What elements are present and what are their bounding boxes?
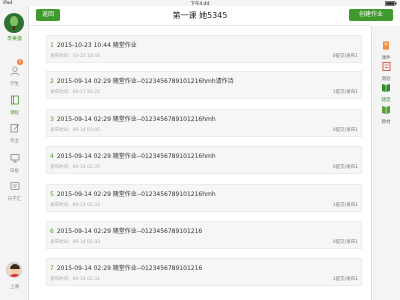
list-item[interactable]: 1 2015-10-23 10:44 随堂作业 发布时间：10-23 10:44 … — [46, 35, 362, 63]
nav-item-courses[interactable]: 课程 — [0, 90, 29, 116]
logout-label[interactable]: 上课 — [0, 284, 29, 290]
person-icon — [0, 61, 29, 80]
quiz-icon — [382, 56, 391, 75]
list-item[interactable]: 7 2015-09-14 02:29 随堂作业--0123456789101216… — [46, 258, 362, 286]
list-item[interactable]: 2 2015-09-14 02:29 随堂作业--0123456789101216… — [46, 71, 362, 99]
page-title: 第一课 她5345 — [172, 11, 228, 20]
left-sidebar: 李美莲 6 学生 课程 作业 白板 乐学汇 上课 — [0, 6, 29, 300]
nav-label: 乐学汇 — [7, 197, 22, 202]
assignment-list: 1 2015-10-23 10:44 随堂作业 发布时间：10-23 10:44 … — [29, 27, 371, 300]
item-number: 4 — [50, 153, 54, 160]
item-title: 2015-09-14 02:29 随堂作业--0123456789101216h… — [56, 153, 216, 160]
item-number: 2 — [50, 78, 54, 85]
item-submission-stat: 0提交/发布1 — [332, 240, 358, 245]
user-avatar[interactable] — [4, 13, 24, 33]
right-sidebar: 课件 测验 随堂 教材 — [371, 26, 400, 300]
nav-item-homework[interactable]: 作业 — [0, 118, 29, 144]
nav-item-whiteboard[interactable]: 白板 — [0, 148, 29, 174]
item-number: 7 — [50, 265, 54, 272]
battery-icon — [385, 0, 397, 8]
nav-item-community[interactable]: 乐学汇 — [0, 176, 29, 202]
create-assignment-button[interactable]: 创建作业 — [349, 9, 393, 21]
monitor-icon — [0, 148, 29, 167]
item-number: 3 — [50, 116, 54, 123]
edit-icon — [0, 118, 29, 137]
item-title: 2015-10-23 10:44 随堂作业 — [56, 42, 137, 49]
item-number: 5 — [50, 191, 54, 198]
nav-item-students[interactable]: 6 学生 — [0, 59, 29, 87]
teacher-avatar[interactable] — [6, 262, 22, 278]
tab-label: 教材 — [381, 120, 391, 125]
list-item[interactable]: 5 2015-09-14 02:29 随堂作业--0123456789101216… — [46, 184, 362, 212]
item-title: 2015-09-14 02:29 随堂作业--0123456789101216 — [56, 228, 203, 235]
item-number: 1 — [50, 42, 54, 49]
list-item[interactable]: 4 2015-09-14 02:29 随堂作业--0123456789101216… — [46, 146, 362, 174]
courseware-icon — [382, 35, 391, 54]
item-submission-stat: 1提交/发布1 — [332, 277, 358, 282]
item-submission-stat: 0提交/发布1 — [332, 128, 358, 133]
user-name: 李美莲 — [6, 36, 22, 42]
item-publish-time: 发布时间：09-14 02:33 — [50, 203, 100, 208]
item-title: 2015-09-14 02:29 随堂作业--0123456789101216 — [56, 265, 203, 272]
item-publish-time: 发布时间：10-23 10:44 — [50, 54, 100, 59]
item-title: 2015-09-14 02:29 随堂作业--0123456789101216h… — [56, 116, 216, 123]
item-publish-time: 发布时间：09-14 02:33 — [50, 240, 100, 245]
item-publish-time: 发布时间：09-14 03:05 — [50, 128, 100, 133]
item-submission-stat: 1提交/发布1 — [332, 90, 358, 95]
item-publish-time: 发布时间：09-14 02:31 — [50, 277, 100, 282]
item-submission-stat: 1提交/发布1 — [332, 203, 358, 208]
item-title: 2015-09-14 02:29 随堂作业--0123456789101216h… — [56, 191, 216, 198]
textbook-icon — [381, 99, 391, 118]
item-submission-stat: 0提交/发布1 — [332, 165, 358, 170]
item-submission-stat: 0提交/发布1 — [332, 54, 358, 59]
nav-label: 课程 — [10, 111, 19, 116]
list-item[interactable]: 6 2015-09-14 02:29 随堂作业--0123456789101216… — [46, 221, 362, 249]
tab-textbook[interactable]: 教材 — [372, 99, 400, 125]
students-badge: 6 — [17, 59, 23, 65]
item-publish-time: 发布时间：09-14 02:35 — [50, 165, 100, 170]
item-number: 6 — [50, 228, 54, 235]
item-title: 2015-09-14 02:29 随堂作业--0123456789101216h… — [56, 78, 234, 85]
list-item[interactable]: 3 2015-09-14 02:29 随堂作业--0123456789101216… — [46, 109, 362, 137]
item-publish-time: 发布时间：09-17 20:21 — [50, 90, 100, 95]
nav-label: 白板 — [10, 169, 19, 174]
nav-label: 作业 — [10, 139, 19, 144]
community-icon — [0, 176, 29, 195]
nav-label: 学生 — [10, 82, 19, 87]
book-icon — [0, 90, 29, 109]
class-icon — [381, 77, 391, 96]
header-bar: 返回 第一课 她5345 创建作业 — [29, 6, 393, 26]
